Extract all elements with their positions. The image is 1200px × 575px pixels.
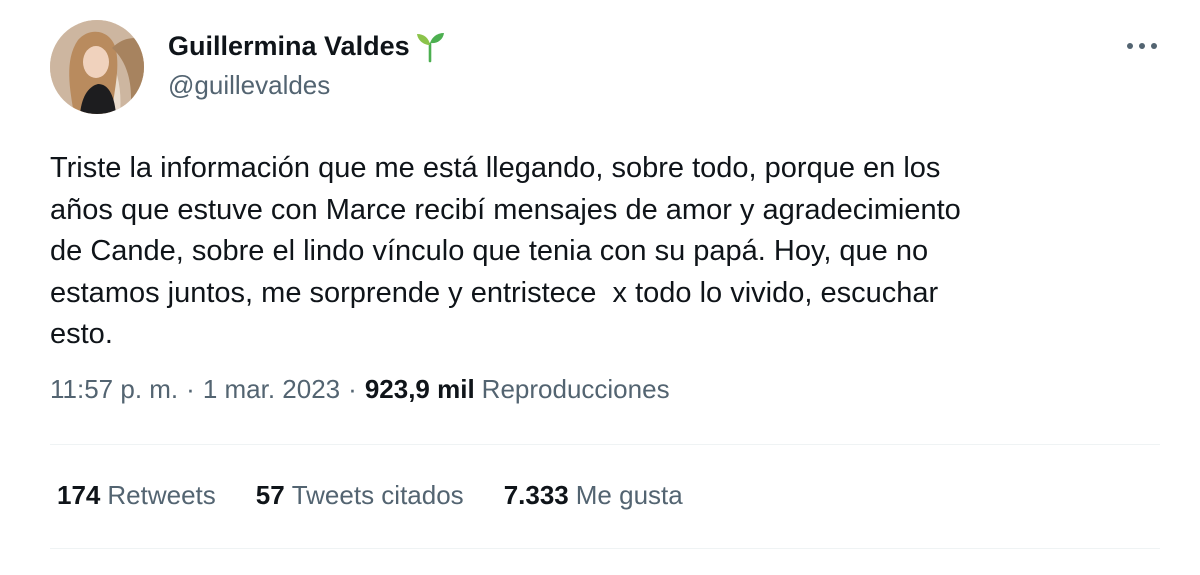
views-label[interactable]: Reproducciones	[482, 374, 670, 405]
retweets-stat[interactable]: 174 Retweets	[57, 480, 216, 511]
likes-stat[interactable]: 7.333 Me gusta	[504, 480, 683, 511]
quote-tweets-label: Tweets citados	[291, 480, 464, 510]
tweet-time[interactable]: 11:57 p. m.	[50, 374, 178, 405]
tweet-text: Triste la información que me está llegan…	[50, 152, 961, 350]
retweets-label: Retweets	[107, 480, 216, 510]
author-name-text[interactable]: Guillermina Valdes	[168, 31, 410, 62]
divider	[50, 444, 1160, 445]
avatar-image	[50, 20, 144, 114]
retweets-count: 174	[57, 480, 101, 510]
author-handle[interactable]: @guillevaldes	[168, 70, 330, 101]
likes-count: 7.333	[503, 480, 569, 510]
tweet-date[interactable]: 1 mar. 2023	[203, 374, 340, 405]
author-name[interactable]: Guillermina Valdes	[168, 28, 448, 64]
divider	[50, 548, 1160, 549]
tweet-meta: 11:57 p. m. · 1 mar. 2023 · 923,9 mil Re…	[50, 374, 670, 405]
avatar[interactable]	[50, 20, 144, 114]
tweet-card: Guillermina Valdes @guillevaldes Triste …	[0, 0, 1200, 575]
quote-tweets-stat[interactable]: 57 Tweets citados	[256, 480, 464, 511]
meta-separator: ·	[186, 374, 195, 404]
sprout-icon	[412, 28, 448, 64]
quote-tweets-count: 57	[255, 480, 285, 510]
more-options-icon	[1127, 43, 1157, 49]
likes-label: Me gusta	[575, 480, 683, 510]
meta-separator: ·	[348, 374, 357, 404]
tweet-stats: 174 Retweets 57 Tweets citados 7.333 Me …	[57, 480, 723, 511]
more-options-button[interactable]	[1124, 28, 1160, 64]
views-count[interactable]: 923,9 mil	[365, 374, 475, 405]
